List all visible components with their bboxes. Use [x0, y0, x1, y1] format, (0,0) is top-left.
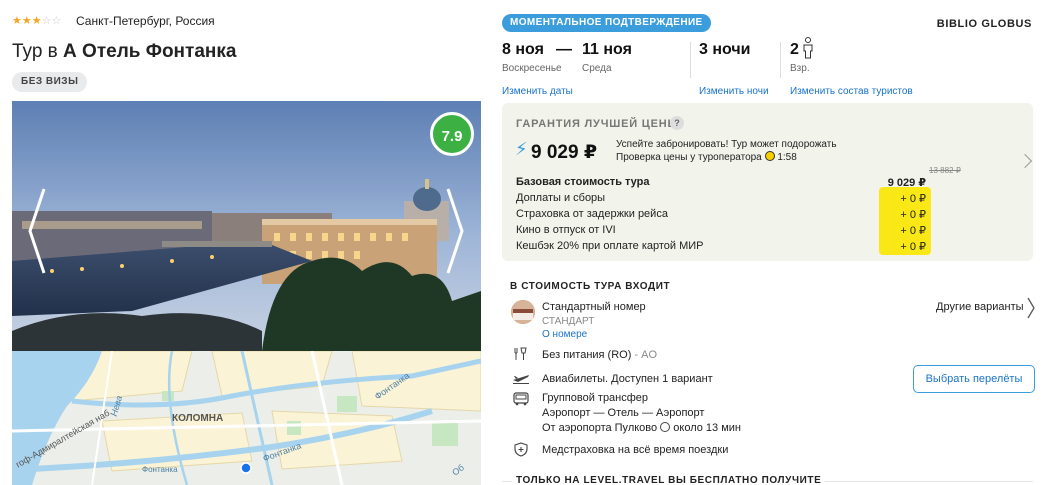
meal-text: Без питания (RO) - AO	[542, 349, 657, 361]
bus-icon	[513, 392, 529, 411]
price-row-value: + 0 ₽	[900, 241, 926, 253]
price-row-label: Кешбэк 20% при оплате картой МИР	[516, 240, 704, 252]
time-icon	[660, 422, 671, 432]
nights-count: 3 ночи	[699, 41, 751, 58]
flights-text: Авиабилеты. Доступен 1 вариант	[542, 373, 713, 385]
room-name: Стандартный номер	[542, 301, 646, 313]
chevron-right-icon[interactable]	[1026, 297, 1036, 324]
title-prefix: Тур в	[12, 41, 58, 62]
transfer-info: От аэропорта Пулково около 13 мин	[542, 422, 741, 434]
photo-next-button[interactable]	[438, 180, 478, 240]
price-row-value: + 0 ₽	[900, 225, 926, 237]
free-section-title: ТОЛЬКО НА LEVEL.TRAVEL ВЫ БЕСПЛАТНО ПОЛУ…	[512, 475, 826, 485]
divider	[780, 42, 781, 78]
includes-title: В СТОИМОСТЬ ТУРА ВХОДИТ	[510, 281, 671, 292]
about-room-link[interactable]: О номере	[542, 329, 587, 340]
best-price-guarantee: ГАРАНТИЯ ЛУЧШЕЙ ЦЕНЫ	[516, 118, 680, 130]
map-label-district: КОЛОМНА	[172, 413, 224, 424]
guests-count: 2	[790, 41, 799, 58]
transfer-route: Аэропорт — Отель — Аэропорт	[542, 407, 705, 419]
instant-confirmation-badge: МОМЕНТАЛЬНОЕ ПОДТВЕРЖДЕНИЕ	[502, 14, 711, 32]
price-timer: 1:58	[777, 152, 797, 163]
change-nights-link[interactable]: Изменить ночи	[699, 86, 769, 97]
price-row-value: 9 029 ₽	[887, 177, 926, 189]
day-to: Среда	[582, 63, 612, 74]
map-label-fontanka-3: Фонтанка	[142, 465, 178, 474]
adult-icon	[802, 37, 814, 64]
meal-code: - AO	[634, 349, 658, 361]
transfer-from: От аэропорта Пулково	[542, 422, 658, 434]
change-dates-link[interactable]: Изменить даты	[502, 86, 573, 97]
hotel-location: Санкт-Петербург, Россия	[76, 14, 215, 28]
help-icon[interactable]: ?	[670, 116, 684, 130]
price-row-label: Базовая стоимость тура	[516, 176, 650, 188]
price-warning-line2: Проверка цены у туроператора	[616, 152, 762, 163]
plane-icon	[512, 371, 530, 389]
meal-name: Без питания (RO)	[542, 349, 632, 361]
transfer-time: около 13 мин	[673, 422, 741, 434]
old-price: 13 882 ₽	[929, 166, 961, 175]
price-row-label: Страховка от задержки рейса	[516, 208, 668, 220]
date-to: 11 ноя	[582, 41, 632, 58]
other-options-link[interactable]: Другие варианты	[936, 301, 1024, 313]
map-marker	[240, 462, 252, 474]
price-row-label: Доплаты и сборы	[516, 192, 606, 204]
shield-plus-icon	[514, 442, 528, 462]
tour-price: 9 029 ₽	[531, 142, 598, 163]
divider	[690, 42, 691, 78]
room-type: СТАНДАРТ	[542, 316, 595, 327]
meal-icon	[513, 347, 527, 366]
clock-icon	[764, 151, 775, 161]
date-from: 8 ноя	[502, 41, 544, 58]
price-warning-line1: Успейте забронировать! Тур может подорож…	[616, 139, 837, 150]
tour-operator: BIBLIO GLOBUS	[936, 18, 1032, 30]
hotel-name: А Отель Фонтанка	[63, 41, 237, 62]
room-thumbnail[interactable]	[511, 300, 535, 324]
page-title: Тур в А Отель Фонтанка	[12, 41, 236, 63]
price-row-value: + 0 ₽	[900, 209, 926, 221]
guests-label: Взр.	[790, 63, 810, 74]
hotel-stars: ★★★☆☆	[12, 15, 62, 27]
insurance-text: Медстраховка на всё время поездки	[542, 444, 729, 456]
hotel-map[interactable]: Нева КОЛОМНА Фонтанка Фонтанка Фонтанка …	[12, 351, 481, 485]
photo-prev-button[interactable]	[14, 180, 54, 240]
lightning-icon: ⚡	[515, 139, 528, 159]
visa-badge: БЕЗ ВИЗЫ	[12, 72, 88, 92]
price-row-value: + 0 ₽	[900, 193, 926, 205]
choose-flights-button[interactable]: Выбрать перелёты	[913, 365, 1035, 393]
date-dash: —	[556, 41, 572, 58]
change-guests-link[interactable]: Изменить состав туристов	[790, 86, 913, 97]
rating-badge: 7.9	[430, 112, 474, 156]
transfer-title: Групповой трансфер	[542, 392, 649, 404]
day-from: Воскресенье	[502, 63, 562, 74]
price-warning: Успейте забронировать! Тур может подорож…	[616, 139, 837, 164]
hotel-photo[interactable]	[12, 101, 481, 351]
price-row-label: Кино в отпуск от IVI	[516, 224, 616, 236]
